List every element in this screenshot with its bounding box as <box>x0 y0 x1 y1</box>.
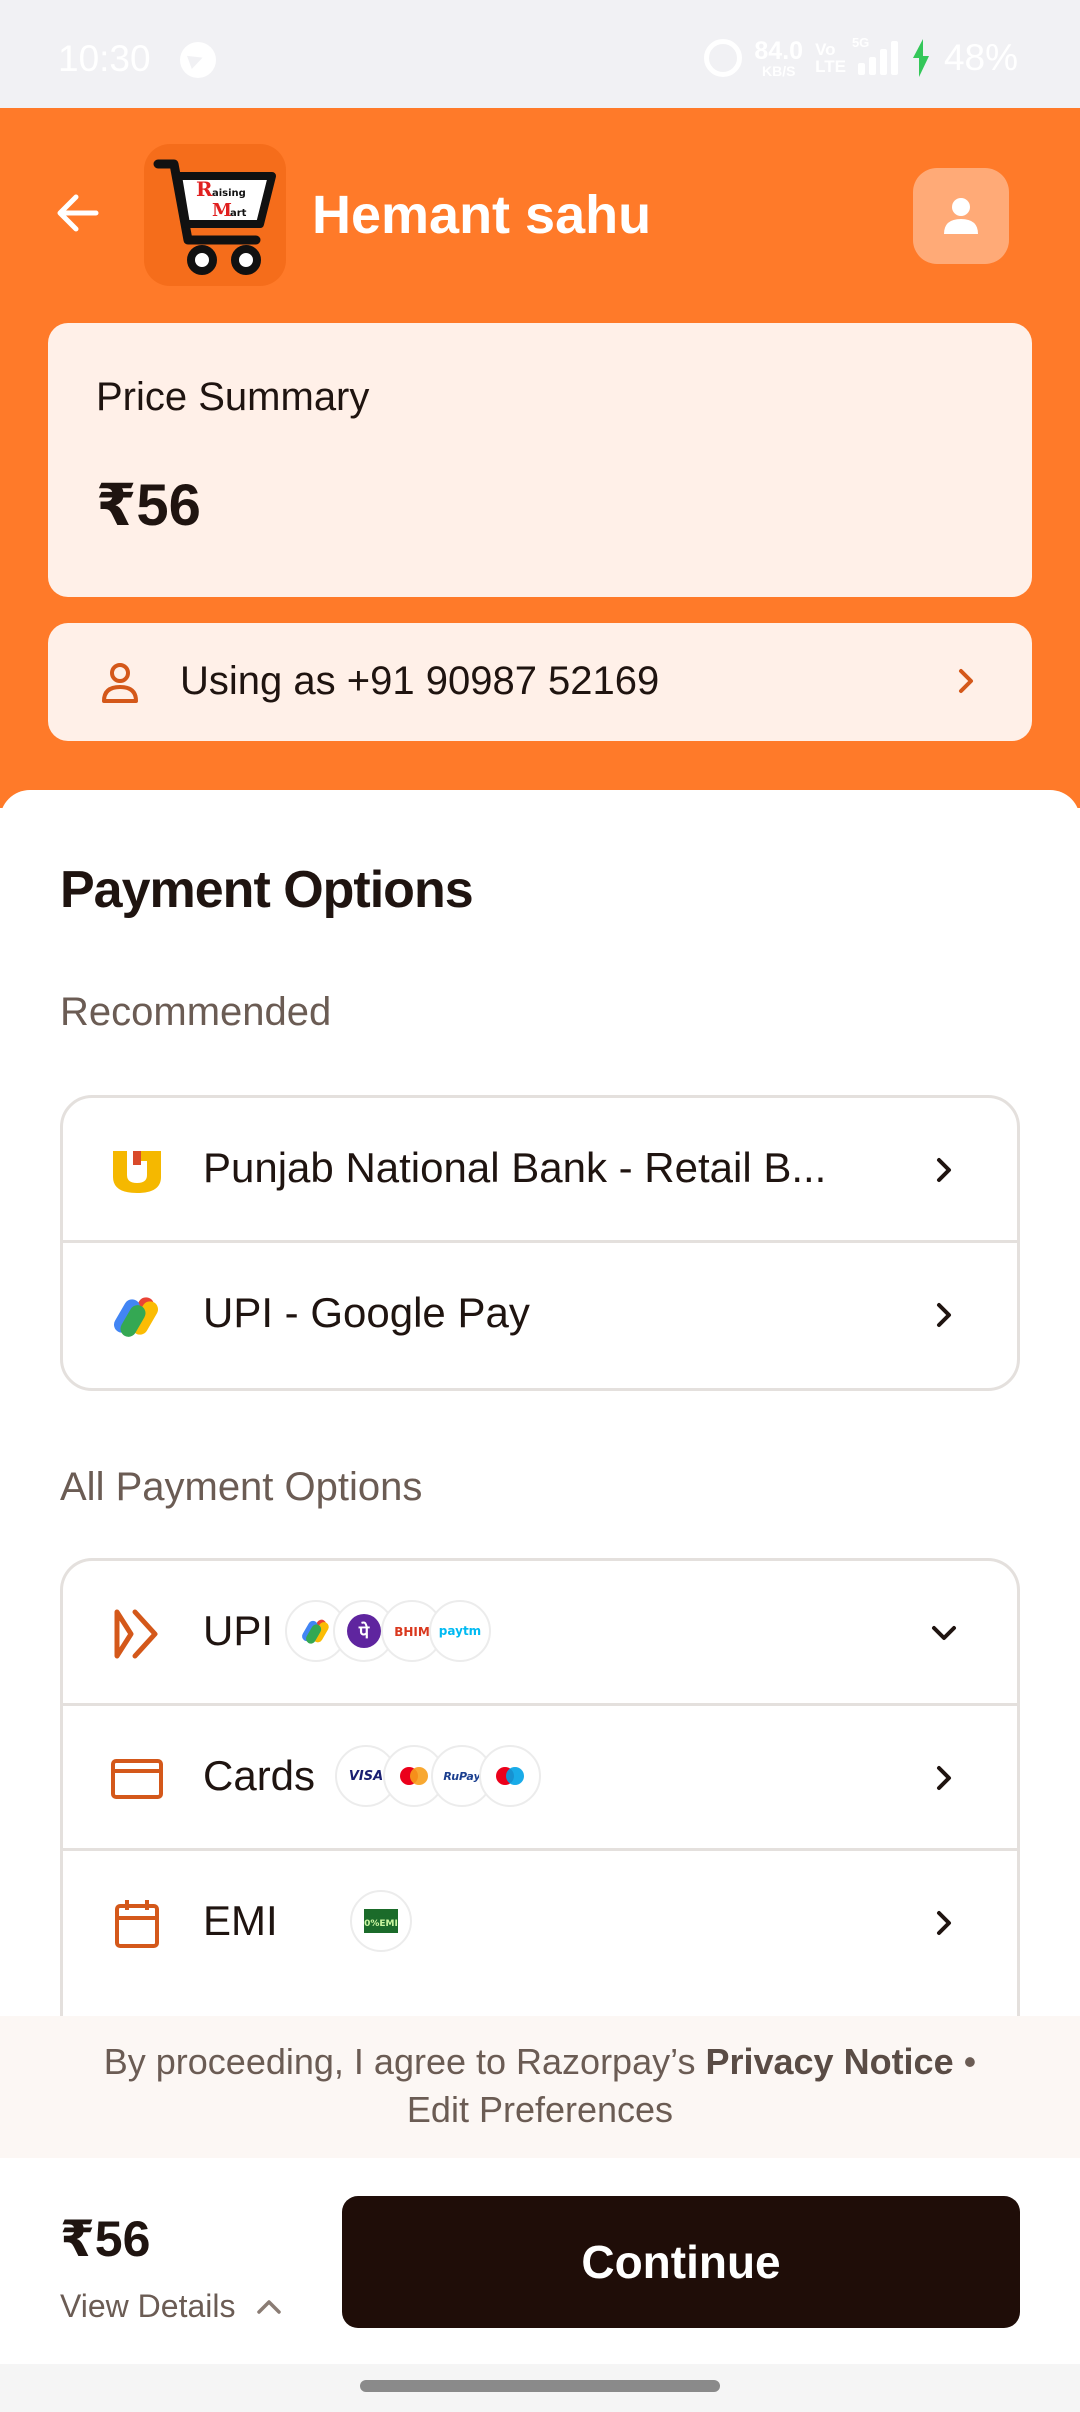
option-label: Cards <box>203 1752 316 1799</box>
svg-text:art: art <box>230 208 247 219</box>
recommended-option-pnb[interactable]: Punjab National Bank - Retail B... <box>63 1098 1017 1243</box>
option-upi[interactable]: UPI पे BHIM paytm <box>63 1561 1017 1706</box>
network-type-tag: 5G <box>851 35 870 50</box>
emi-badges: 0%EMI <box>350 1890 412 1952</box>
chevron-right-icon <box>937 1766 951 1790</box>
option-label: EMI <box>203 1897 278 1944</box>
telegram-icon <box>180 42 216 78</box>
upi-app-badges: पे BHIM paytm <box>285 1600 491 1662</box>
volte-indicator: Vo LTE <box>815 41 846 75</box>
option-label: UPI <box>203 1607 274 1654</box>
pnb-bank-icon <box>113 1151 161 1193</box>
price-summary-card: Price Summary ₹56 <box>48 323 1032 597</box>
price-amount: ₹56 <box>96 473 201 538</box>
svg-text:0%EMI: 0%EMI <box>364 1919 398 1929</box>
person-outline-icon <box>102 663 138 703</box>
network-speed-value: 84.0 <box>754 36 804 65</box>
view-details-toggle[interactable]: View Details <box>60 2288 283 2325</box>
consent-notice: By proceeding, I agree to Razorpay’s Pri… <box>0 2016 1080 2158</box>
privacy-notice-link[interactable]: Privacy Notice <box>705 2041 953 2082</box>
chevron-right-icon <box>937 1303 951 1327</box>
cart-logo-icon: R aising M art <box>153 159 276 275</box>
card-network-badges: VISA RuPay <box>335 1745 541 1807</box>
merchant-name: Hemant sahu <box>312 185 652 245</box>
signal-icon: 5G <box>852 35 898 75</box>
recommended-options: Punjab National Bank - Retail B... UPI -… <box>60 1095 1020 1391</box>
svg-text:aising: aising <box>212 188 246 199</box>
option-emi[interactable]: EMI 0%EMI <box>63 1851 1017 1996</box>
card-icon <box>111 1759 163 1799</box>
edit-preferences-link[interactable]: Edit Preferences <box>407 2089 673 2130</box>
chevron-up-icon <box>257 2299 282 2314</box>
payment-options-title: Payment Options <box>60 861 474 919</box>
all-payment-options-label: All Payment Options <box>60 1465 423 1509</box>
payment-options-sheet: Payment Options Recommended Punjab Natio… <box>0 790 1080 2038</box>
consent-separator: • <box>963 2041 977 2082</box>
recommended-option-gpay[interactable]: UPI - Google Pay <box>63 1243 1017 1388</box>
option-label: Punjab National Bank - Retail B... <box>203 1144 827 1191</box>
paytm-badge-icon: paytm <box>429 1600 491 1662</box>
maestro-badge-icon <box>479 1745 541 1807</box>
network-speed-unit: KB/S <box>762 62 796 79</box>
price-summary-title: Price Summary <box>96 375 370 419</box>
network-speed: 84.0 KB/S <box>754 36 804 79</box>
svg-text:paytm: paytm <box>439 1624 481 1638</box>
checkout-header: R aising M art Hemant sahu Price Summary… <box>0 108 1080 808</box>
status-indicators: 84.0 KB/S Vo LTE 5G 48% <box>704 35 1018 80</box>
chevron-down-icon <box>932 1626 956 1640</box>
consent-prefix: By proceeding, I agree to Razorpay’s <box>103 2041 696 2082</box>
svg-text:VISA: VISA <box>349 1769 383 1784</box>
zero-emi-badge-icon: 0%EMI <box>350 1890 412 1952</box>
svg-text:M: M <box>212 200 232 221</box>
alarm-icon <box>704 39 743 77</box>
all-payment-options: UPI पे BHIM paytm Cards VISA RuPay EMI 0… <box>60 1558 1020 2038</box>
status-bar: 10:30 84.0 KB/S Vo LTE 5G 48% <box>0 0 1080 108</box>
checkout-footer: ₹56 View Details Continue <box>0 2158 1080 2364</box>
recommended-label: Recommended <box>60 990 332 1034</box>
chevron-right-icon <box>937 1911 951 1935</box>
using-as-row[interactable]: Using as +91 90987 52169 <box>48 623 1032 741</box>
merchant-logo: R aising M art <box>144 144 286 286</box>
svg-text:BHIM: BHIM <box>394 1625 430 1639</box>
battery-level: 48% <box>943 37 1018 78</box>
using-as-text: Using as +91 90987 52169 <box>180 659 660 703</box>
back-arrow-icon[interactable] <box>52 188 102 238</box>
option-cards[interactable]: Cards VISA RuPay <box>63 1706 1017 1851</box>
svg-text:पे: पे <box>358 1621 370 1643</box>
charging-icon <box>910 39 932 77</box>
footer-total-amount: ₹56 <box>60 2211 151 2267</box>
volte-bottom: LTE <box>815 57 846 76</box>
svg-text:RuPay: RuPay <box>443 1770 481 1783</box>
status-time: 10:30 <box>58 38 151 79</box>
chevron-right-icon <box>959 669 973 693</box>
profile-button[interactable] <box>913 168 1009 264</box>
user-icon <box>944 198 978 234</box>
option-label: UPI - Google Pay <box>203 1289 530 1336</box>
svg-text:R: R <box>196 177 213 201</box>
upi-icon <box>114 1609 158 1659</box>
continue-button[interactable]: Continue <box>342 2196 1020 2328</box>
chevron-right-icon <box>937 1158 951 1182</box>
volte-top: Vo <box>815 40 836 59</box>
calendar-icon <box>115 1900 159 1948</box>
google-pay-icon <box>114 1297 158 1337</box>
view-details-label: View Details <box>60 2288 236 2324</box>
home-indicator[interactable] <box>360 2380 720 2392</box>
